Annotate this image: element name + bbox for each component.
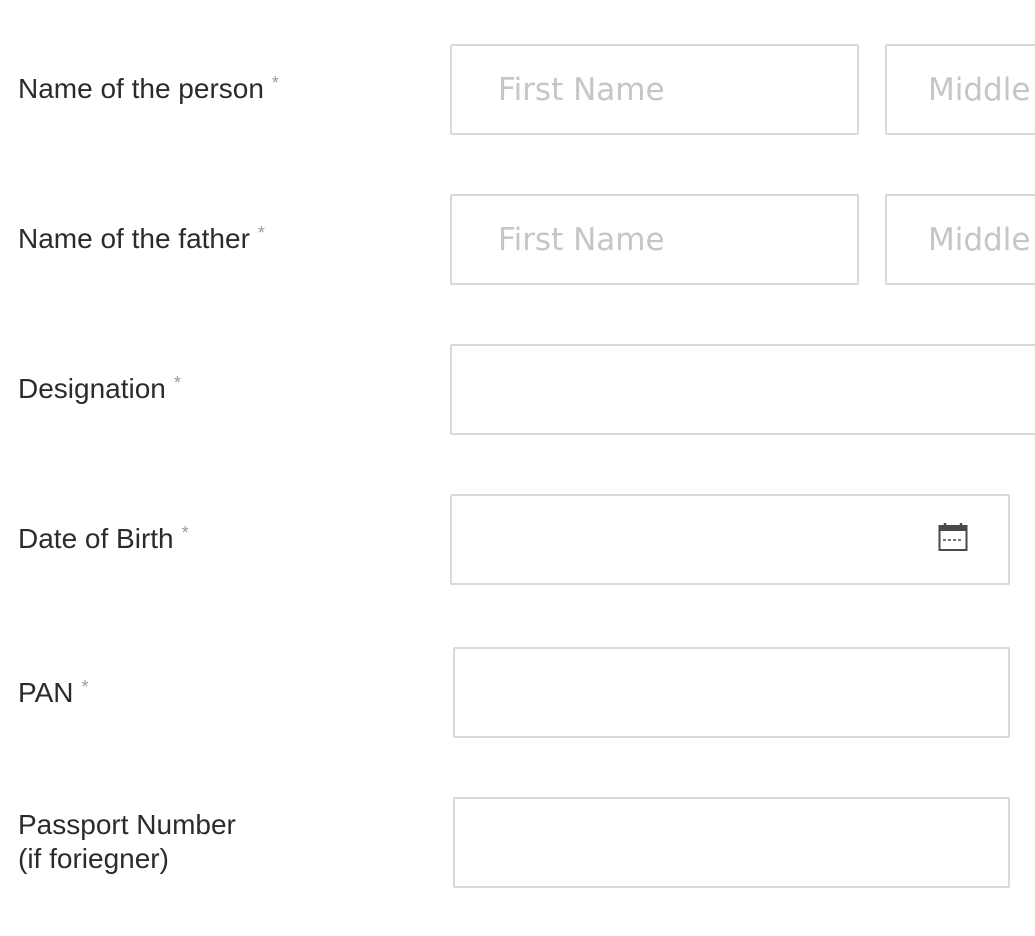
required-mark: * bbox=[181, 523, 189, 543]
designation-input[interactable] bbox=[450, 344, 1035, 435]
dob-input[interactable] bbox=[450, 494, 1010, 585]
designation-label-text: Designation bbox=[18, 373, 166, 404]
passport-input[interactable] bbox=[453, 797, 1010, 888]
person-name-label-text: Name of the person bbox=[18, 73, 264, 104]
father-middle-name-input[interactable] bbox=[885, 194, 1035, 285]
required-mark: * bbox=[81, 677, 89, 697]
father-name-label-text: Name of the father bbox=[18, 223, 250, 254]
calendar-icon[interactable] bbox=[938, 522, 968, 552]
dob-label: Date of Birth * bbox=[18, 522, 189, 556]
person-first-name-input[interactable] bbox=[450, 44, 859, 135]
father-first-name-input[interactable] bbox=[450, 194, 859, 285]
passport-label-line1: Passport Number bbox=[18, 809, 236, 840]
required-mark: * bbox=[271, 73, 279, 93]
person-name-label: Name of the person * bbox=[18, 72, 279, 106]
father-name-label: Name of the father * bbox=[18, 222, 265, 256]
pan-input[interactable] bbox=[453, 647, 1010, 738]
dob-label-text: Date of Birth bbox=[18, 523, 174, 554]
required-mark: * bbox=[257, 223, 265, 243]
person-middle-name-input[interactable] bbox=[885, 44, 1035, 135]
pan-label: PAN * bbox=[18, 676, 89, 710]
pan-label-text: PAN bbox=[18, 677, 74, 708]
required-mark: * bbox=[173, 373, 181, 393]
designation-label: Designation * bbox=[18, 372, 181, 406]
form-page: Name of the person* Name of the father* … bbox=[0, 0, 1035, 936]
passport-label: Passport Number (if foriegner) bbox=[18, 808, 236, 876]
passport-label-line2: (if foriegner) bbox=[18, 843, 169, 874]
